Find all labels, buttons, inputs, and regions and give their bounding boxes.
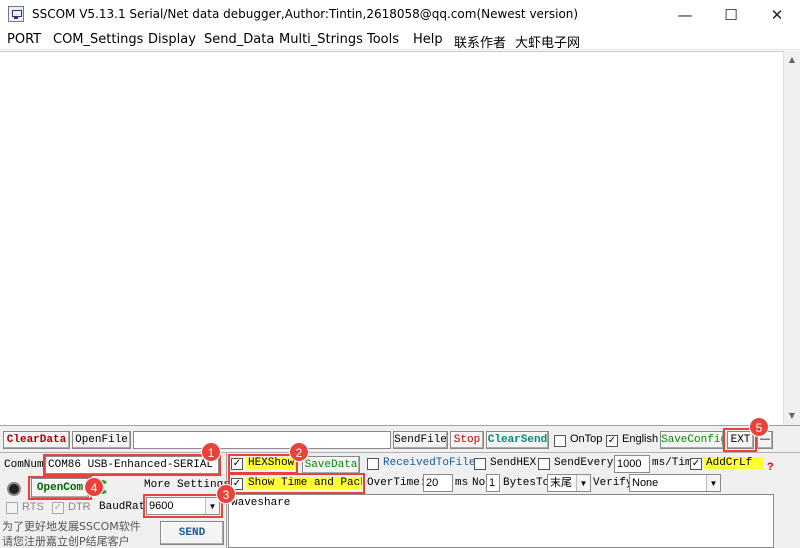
english-checkbox[interactable]: ✓	[606, 435, 618, 447]
menu-port[interactable]: PORT	[7, 32, 41, 47]
annotation-box-hexshow	[228, 454, 298, 474]
window-title: SSCOM V5.13.1 Serial/Net data debugger,A…	[32, 7, 579, 21]
app-icon	[8, 6, 24, 22]
menu-send-data[interactable]: Send_Data	[204, 32, 274, 47]
receive-scrollbar[interactable]: ▲ ▼	[783, 51, 800, 425]
scroll-down-icon[interactable]: ▼	[784, 407, 800, 424]
send-every-label: SendEvery:	[554, 457, 621, 469]
divider	[0, 452, 800, 453]
menu-help[interactable]: Help	[413, 32, 443, 47]
open-file-button[interactable]: OpenFile	[72, 431, 131, 449]
received-to-file-checkbox[interactable]	[367, 458, 379, 470]
save-data-button[interactable]: SaveData	[302, 456, 360, 474]
baud-rate-label: BaudRat	[99, 501, 146, 513]
ms-label: ms	[455, 477, 469, 489]
english-label: English	[622, 433, 659, 445]
chevron-down-icon[interactable]: ▼	[706, 475, 720, 491]
on-top-checkbox[interactable]	[554, 435, 566, 447]
minimize-button[interactable]: —	[662, 0, 708, 30]
verify-label: Verify	[593, 477, 633, 489]
no-label: No	[472, 477, 486, 489]
annotation-badge-2: 2	[289, 442, 309, 462]
menu-com-settings[interactable]: COM_Settings	[53, 32, 143, 47]
menu-display[interactable]: Display	[148, 32, 196, 47]
over-time-label: OverTime:	[367, 477, 427, 489]
annotation-box-baud	[143, 494, 223, 518]
bytes-to-label: BytesTo	[503, 477, 550, 489]
promo-line-1[interactable]: 为了更好地发展SSCOM软件	[2, 518, 141, 534]
send-hex-checkbox[interactable]	[474, 458, 486, 470]
save-config-button[interactable]: SaveConfig	[660, 431, 724, 449]
scroll-up-icon[interactable]: ▲	[784, 51, 800, 68]
send-hex-label: SendHEX	[490, 457, 537, 469]
dtr-label: DTR	[68, 501, 91, 513]
annotation-box-showtime	[228, 473, 365, 494]
annotation-badge-5: 5	[749, 417, 769, 437]
clear-data-button[interactable]: ClearData	[3, 431, 70, 449]
menu-contact-author[interactable]: 联系作者	[454, 32, 506, 51]
annotation-box-comnum	[43, 454, 221, 476]
send-button[interactable]: SEND	[160, 521, 224, 545]
add-crlf-label: AddCrLf	[704, 457, 764, 469]
annotation-badge-1: 1	[201, 442, 221, 462]
verify-select[interactable]: None ▼	[629, 474, 721, 492]
menu-bar: PORT COM_Settings Display Send_Data Mult…	[0, 30, 800, 51]
send-file-button[interactable]: SendFile	[393, 431, 448, 449]
send-text-area[interactable]: waveshare	[228, 494, 774, 548]
stop-button[interactable]: Stop	[450, 431, 484, 449]
menu-tools[interactable]: Tools	[367, 32, 399, 47]
rts-label: RTS	[22, 501, 44, 513]
annotation-box-opencom	[28, 476, 92, 500]
promo-line-2[interactable]: 请您注册嘉立创P结尾客户	[2, 533, 130, 548]
close-button[interactable]: ✕	[754, 0, 800, 30]
send-every-input[interactable]: 1000	[614, 455, 650, 473]
dtr-checkbox[interactable]: ✓	[52, 502, 64, 514]
chevron-down-icon[interactable]: ▼	[576, 475, 590, 491]
port-status-led-icon	[7, 482, 21, 496]
send-every-checkbox[interactable]	[538, 458, 550, 470]
ms-tim-label: ms/Tim	[652, 457, 692, 469]
annotation-badge-4: 4	[84, 477, 104, 497]
com-num-label: ComNum	[4, 459, 44, 471]
clear-send-button[interactable]: ClearSend	[486, 431, 549, 449]
received-to-file-label: ReceivedToFile	[383, 457, 476, 469]
maximize-button[interactable]: ☐	[708, 0, 754, 30]
title-bar: SSCOM V5.13.1 Serial/Net data debugger,A…	[0, 0, 800, 30]
help-question-icon[interactable]: ?	[767, 462, 774, 474]
on-top-label: OnTop	[570, 433, 603, 445]
file-path-input[interactable]	[133, 431, 391, 449]
receive-text-area[interactable]	[0, 51, 783, 425]
menu-multi-strings[interactable]: Multi_Strings	[279, 32, 363, 47]
control-panel: ClearData OpenFile SendFile Stop ClearSe…	[0, 417, 800, 548]
rts-checkbox[interactable]	[6, 502, 18, 514]
menu-daxia-site[interactable]: 大虾电子网	[515, 32, 580, 51]
no-input[interactable]: 1	[486, 474, 500, 492]
bytes-to-select[interactable]: 末尾 ▼	[547, 474, 591, 492]
over-time-input[interactable]: 20	[423, 474, 453, 492]
add-crlf-checkbox[interactable]: ✓	[690, 458, 702, 470]
annotation-badge-3: 3	[216, 484, 236, 504]
